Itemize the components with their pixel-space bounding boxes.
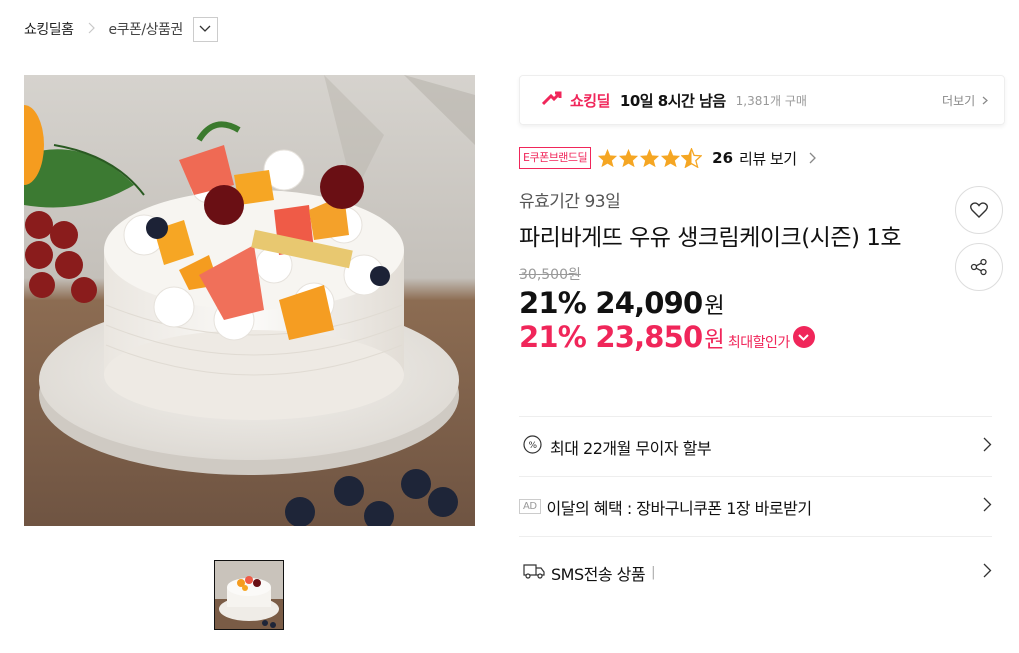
divider: | <box>651 565 655 580</box>
breadcrumb: 쇼킹딜홈 e쿠폰/상품권 <box>24 16 218 42</box>
review-link[interactable]: 리뷰 보기 <box>739 148 797 169</box>
max-amount: 23,850 <box>595 320 703 354</box>
validity-period: 유효기간 93일 <box>519 192 621 212</box>
deal-more-link[interactable]: 더보기 <box>942 92 988 109</box>
star-icon <box>619 148 639 168</box>
review-count[interactable]: 26 <box>712 149 733 167</box>
chevron-right-icon[interactable] <box>983 437 992 456</box>
product-meta-row: E쿠폰브랜드딜 26 리뷰 보기 <box>519 145 1005 171</box>
breadcrumb-category-link[interactable]: e쿠폰/상품권 <box>109 19 184 39</box>
sale-unit: 원 <box>704 294 724 319</box>
sms-delivery-row[interactable]: SMS전송 상품 | <box>519 536 992 608</box>
product-thumbnail[interactable] <box>214 560 284 630</box>
max-discount-price: 21% 23,850 원 최대할인가 <box>519 320 1005 354</box>
sale-amount: 24,090 <box>595 286 703 320</box>
original-price: 30,500원 <box>519 267 581 283</box>
shocking-deal-icon <box>541 90 564 110</box>
installment-label: 최대 22개월 무이자 할부 <box>550 438 712 458</box>
max-discount: 21% <box>519 320 587 354</box>
sms-delivery-label: SMS전송 상품 <box>551 564 646 584</box>
share-button[interactable] <box>955 243 1003 291</box>
ad-badge: AD <box>519 499 541 514</box>
monthly-benefit-label: 이달의 혜택 : 장바구니쿠폰 1장 바로받기 <box>546 498 813 518</box>
max-discount-label[interactable]: 최대할인가 <box>728 332 790 352</box>
chevron-right-icon <box>88 22 95 37</box>
shocking-deal-bar[interactable]: 쇼킹딜 10일 8시간 남음 1,381개 구매 더보기 <box>519 75 1005 125</box>
heart-icon <box>970 202 988 218</box>
deal-brand: 쇼킹딜 <box>570 91 610 110</box>
chevron-down-icon <box>199 25 211 32</box>
product-info-panel: 쇼킹딜 10일 8시간 남음 1,381개 구매 더보기 E쿠폰브랜드딜 26 … <box>519 75 1005 354</box>
product-main-image <box>24 75 475 526</box>
sale-price: 21% 24,090 원 <box>519 286 1005 320</box>
svg-text:%: % <box>528 441 537 451</box>
chevron-right-icon[interactable] <box>983 497 992 516</box>
star-icon <box>640 148 660 168</box>
percent-icon: % <box>523 435 542 458</box>
chevron-right-icon <box>982 96 988 104</box>
chevron-right-icon[interactable] <box>809 149 816 168</box>
sale-discount: 21% <box>519 286 587 320</box>
breadcrumb-home-link[interactable]: 쇼킹딜홈 <box>24 19 74 39</box>
star-half-icon <box>681 148 703 168</box>
share-icon <box>970 258 987 276</box>
deal-purchase-count: 1,381개 구매 <box>735 93 807 108</box>
monthly-benefit-row[interactable]: AD 이달의 혜택 : 장바구니쿠폰 1장 바로받기 <box>519 476 992 536</box>
brand-deal-badge: E쿠폰브랜드딜 <box>519 147 592 169</box>
deal-more-label: 더보기 <box>942 93 976 108</box>
chevron-right-icon[interactable] <box>983 563 992 582</box>
product-title: 파리바게뜨 우유 생크림케이크(시즌) 1호 <box>519 225 902 251</box>
star-icon <box>661 148 681 168</box>
installment-row[interactable]: % 최대 22개월 무이자 할부 <box>519 416 992 476</box>
delivery-truck-icon <box>523 563 545 583</box>
wishlist-button[interactable] <box>955 186 1003 234</box>
deal-time-left: 10일 8시간 남음 <box>619 91 726 110</box>
category-dropdown-button[interactable] <box>192 16 218 42</box>
star-icon <box>598 148 618 168</box>
max-unit: 원 <box>704 328 724 353</box>
rating-stars <box>597 148 703 168</box>
chevron-down-icon[interactable] <box>792 326 815 348</box>
